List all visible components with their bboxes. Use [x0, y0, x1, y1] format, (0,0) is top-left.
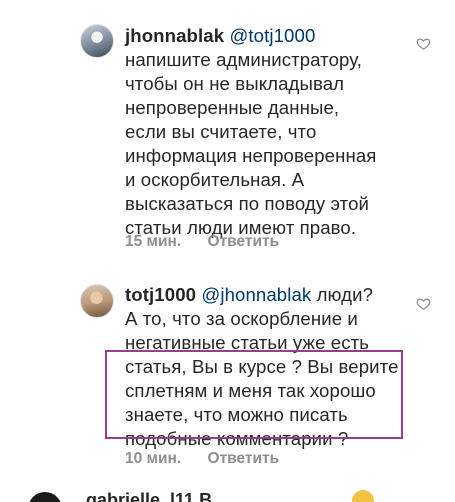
highlight-frame	[105, 350, 403, 439]
comment-time: 15 мин.	[125, 233, 182, 250]
next-comment-partial: gabrielle_l11 B...	[0, 488, 455, 502]
comment-lead: люди?	[316, 284, 374, 305]
comment-author[interactable]: gabrielle_l11 B...	[86, 490, 227, 502]
comment-author[interactable]: jhonnablak	[125, 25, 224, 46]
comment-mention[interactable]: @jhonnablak	[201, 284, 311, 305]
comment-meta: 10 мин. Ответить	[125, 450, 279, 468]
comment-author[interactable]: totj1000	[125, 284, 196, 305]
reply-button[interactable]: Ответить	[208, 450, 280, 468]
comment-body: чтобы он не выкладывал непроверенные дан…	[125, 73, 377, 238]
avatar[interactable]	[80, 24, 114, 58]
avatar[interactable]	[80, 284, 114, 318]
comment-time: 10 мин.	[125, 450, 182, 467]
heart-outline-icon[interactable]	[416, 36, 431, 51]
heart-outline-icon[interactable]	[416, 296, 431, 311]
comment-mention[interactable]: @totj1000	[229, 25, 315, 46]
comment-meta: 15 мин. Ответить	[125, 233, 279, 251]
comment-text: jhonnablak @totj1000 напишите администра…	[125, 24, 400, 240]
comment-lead: напишите администратору,	[125, 49, 363, 70]
avatar[interactable]	[28, 492, 62, 502]
reply-button[interactable]: Ответить	[208, 233, 280, 251]
emoji-icon	[352, 490, 374, 502]
